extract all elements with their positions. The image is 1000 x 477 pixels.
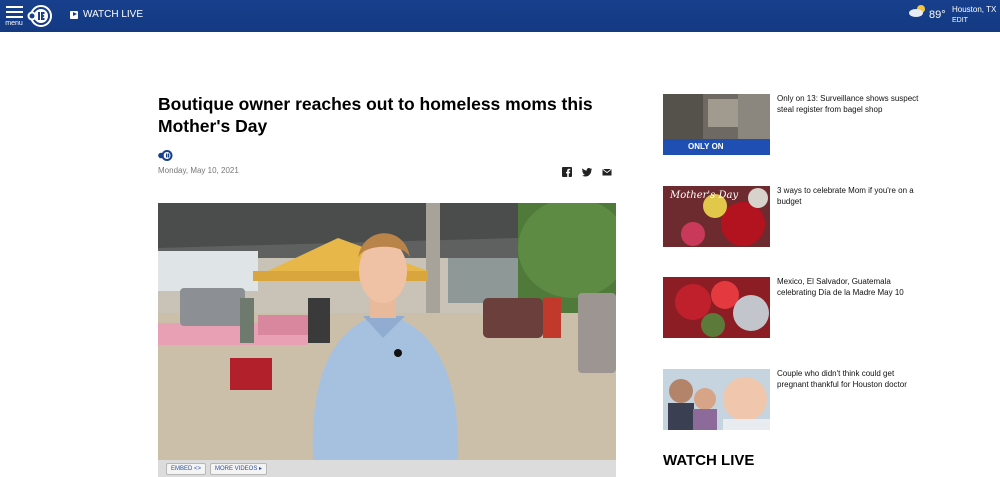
story-title[interactable]: Mexico, El Salvador, Guatemala celebrati… <box>777 277 922 298</box>
location-city: Houston, TX <box>952 5 997 14</box>
sidebar-story[interactable]: Mother's Day 3 ways to celebrate Mom if … <box>663 186 993 248</box>
facebook-icon[interactable] <box>562 164 572 177</box>
hamburger-icon <box>5 6 23 8</box>
video-player[interactable] <box>158 203 616 460</box>
sidebar-story[interactable]: ONLY ON Only on 13: Surveillance shows s… <box>663 94 993 156</box>
embed-button[interactable]: EMBED <> <box>166 463 207 475</box>
story-thumbnail[interactable] <box>663 277 770 338</box>
twitter-icon[interactable] <box>582 164 592 177</box>
email-icon[interactable] <box>602 164 612 176</box>
abc13-logo[interactable] <box>27 4 54 28</box>
watch-live-link[interactable]: WATCH LIVE <box>70 9 143 20</box>
weather-widget[interactable]: 89° Houston, TX EDIT <box>908 3 998 29</box>
story-thumbnail[interactable]: ONLY ON <box>663 94 770 155</box>
more-videos-button[interactable]: MORE VIDEOS ▸ <box>210 463 268 475</box>
triangle-right-icon: ▸ <box>259 466 263 472</box>
publish-date: Monday, May 10, 2021 <box>158 166 239 175</box>
watch-live-heading: WATCH LIVE <box>663 452 755 469</box>
temperature: 89° <box>929 9 946 21</box>
mothers-day-card-text: Mother's Day <box>670 190 739 201</box>
story-title[interactable]: 3 ways to celebrate Mom if you're on a b… <box>777 186 922 207</box>
article-headline: Boutique owner reaches out to homeless m… <box>158 94 593 136</box>
partly-cloudy-icon <box>909 5 925 17</box>
menu-label: menu <box>5 20 23 27</box>
video-controls-bar: EMBED <> MORE VIDEOS ▸ <box>158 460 616 477</box>
play-icon <box>70 10 78 19</box>
story-title[interactable]: Couple who didn't think could get pregna… <box>777 369 922 390</box>
more-videos-label: MORE VIDEOS <box>215 466 258 472</box>
menu-button[interactable]: menu <box>4 3 24 27</box>
watch-live-label: WATCH LIVE <box>83 9 144 20</box>
story-thumbnail[interactable] <box>663 369 770 430</box>
story-title[interactable]: Only on 13: Surveillance shows suspect s… <box>777 94 922 115</box>
sidebar-story[interactable]: Mexico, El Salvador, Guatemala celebrati… <box>663 277 993 339</box>
top-navigation-bar: menu WATCH LIVE 89° Houston, TX EDIT <box>0 0 1000 32</box>
story-thumbnail[interactable]: Mother's Day <box>663 186 770 247</box>
edit-location-link[interactable]: EDIT <box>952 17 968 24</box>
share-toolbar <box>562 164 612 177</box>
abc13-byline-logo-icon <box>158 150 173 161</box>
only-on-13-badge: ONLY ON <box>688 142 724 151</box>
sidebar-story[interactable]: Couple who didn't think could get pregna… <box>663 369 993 431</box>
video-frame-image <box>158 203 616 460</box>
